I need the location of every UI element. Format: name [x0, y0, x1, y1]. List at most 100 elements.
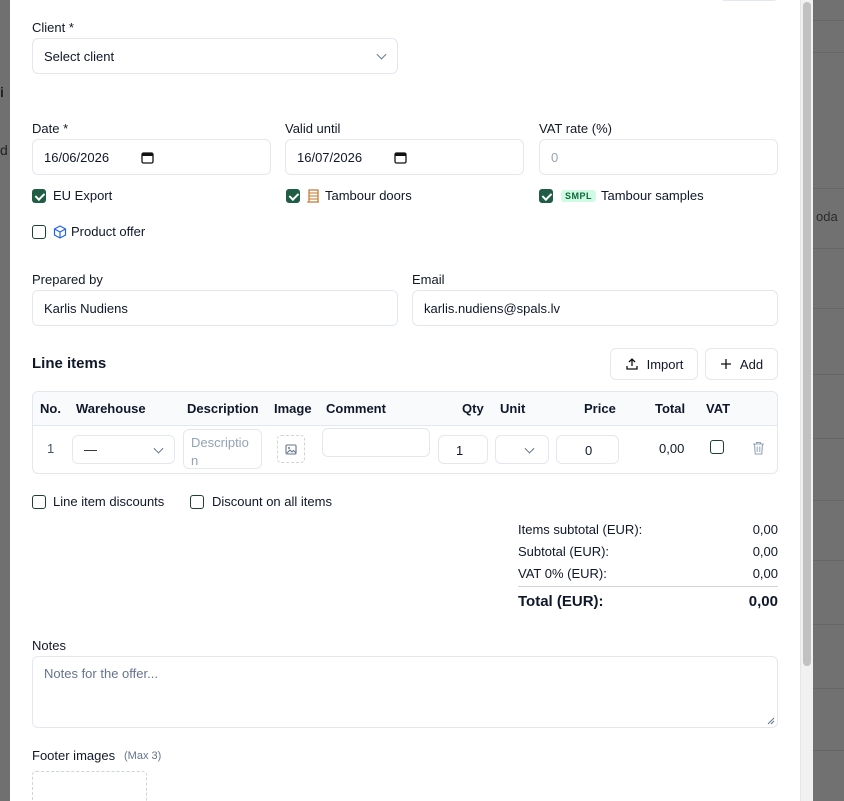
- qty-value: 1: [456, 443, 464, 458]
- price-input[interactable]: 0: [556, 435, 619, 464]
- chevron-down-icon: [524, 443, 535, 454]
- cube-icon: [53, 225, 67, 239]
- subtotal-label: Subtotal (EUR):: [518, 544, 610, 559]
- tambour-doors-checkbox[interactable]: [286, 189, 300, 203]
- eu-export-label: EU Export: [53, 188, 113, 203]
- vat-rate-placeholder: 0: [551, 149, 559, 165]
- row-total: 0,00: [659, 441, 685, 456]
- email-value: karlis.nudiens@spals.lv: [424, 300, 561, 316]
- line-item-discounts-checkbox[interactable]: [32, 495, 46, 509]
- chevron-down-icon: [153, 443, 164, 454]
- col-total: Total: [655, 401, 686, 416]
- discount-all-checkbox[interactable]: [190, 495, 204, 509]
- clipped-button[interactable]: [720, 0, 778, 1]
- background-left-strip: i d: [0, 0, 10, 801]
- trash-icon[interactable]: [752, 441, 765, 455]
- prepared-by-input[interactable]: Karlis Nudiens: [32, 290, 398, 326]
- smpl-badge: SMPL: [561, 190, 597, 202]
- line-items-table: No. Warehouse Description Image Comment …: [32, 391, 778, 474]
- chevron-down-icon: [376, 49, 387, 60]
- totals-divider: [518, 586, 778, 587]
- row-number: 1: [47, 441, 55, 456]
- discount-all-label: Discount on all items: [212, 494, 332, 509]
- background-right-panel: oda: [812, 0, 844, 801]
- tambour-samples-label: Tambour samples: [601, 188, 704, 203]
- client-label: Client *: [32, 20, 74, 35]
- valid-until-value: 16/07/2026: [297, 149, 363, 165]
- tambour-samples-checkbox[interactable]: [539, 189, 553, 203]
- total-label: Total (EUR):: [518, 593, 604, 610]
- resize-handle-icon[interactable]: [767, 717, 775, 725]
- col-warehouse: Warehouse: [76, 401, 146, 416]
- warehouse-value: —: [84, 442, 97, 457]
- email-label: Email: [412, 272, 445, 287]
- col-unit: Unit: [500, 401, 526, 416]
- offer-modal: Client * Select client Date * 16/06/2026…: [10, 0, 800, 801]
- product-offer-checkbox[interactable]: [32, 225, 46, 239]
- image-upload[interactable]: [277, 435, 305, 463]
- col-image: Image: [274, 401, 312, 416]
- modal-scrollbar[interactable]: [800, 0, 813, 801]
- comment-input[interactable]: [322, 428, 430, 457]
- scrollbar-thumb[interactable]: [803, 2, 811, 666]
- product-offer-label: Product offer: [71, 224, 146, 239]
- subtotal-value: 0,00: [752, 544, 778, 559]
- items-subtotal-label: Items subtotal (EUR):: [518, 522, 643, 537]
- price-value: 0: [585, 443, 593, 458]
- email-input[interactable]: karlis.nudiens@spals.lv: [412, 290, 778, 326]
- description-placeholder: Descriptio n: [191, 435, 249, 468]
- calendar-icon[interactable]: [141, 151, 154, 164]
- col-qty: Qty: [462, 401, 484, 416]
- background-glyph: i: [0, 84, 4, 100]
- valid-until-label: Valid until: [285, 121, 341, 136]
- col-comment: Comment: [326, 401, 386, 416]
- client-select[interactable]: Select client: [32, 38, 398, 74]
- notes-textarea[interactable]: Notes for the offer...: [32, 656, 778, 728]
- import-label: Import: [646, 356, 684, 372]
- image-add-icon: [285, 444, 297, 455]
- upload-icon: [625, 358, 638, 370]
- vat-checkbox[interactable]: [710, 440, 724, 454]
- description-input[interactable]: Descriptio n: [183, 429, 262, 469]
- vat-rate-input[interactable]: 0: [539, 139, 778, 175]
- table-header: No. Warehouse Description Image Comment …: [33, 392, 777, 426]
- total-value: 0,00: [748, 593, 778, 610]
- background-glyph: d: [0, 142, 8, 158]
- background-column-header: oda: [816, 209, 838, 224]
- door-icon: [307, 189, 319, 203]
- client-select-value: Select client: [44, 48, 115, 64]
- prepared-by-value: Karlis Nudiens: [44, 300, 128, 316]
- items-subtotal-value: 0,00: [752, 522, 778, 537]
- add-label: Add: [739, 356, 764, 372]
- col-price: Price: [584, 401, 616, 416]
- plus-icon: [720, 359, 731, 369]
- warehouse-select[interactable]: —: [72, 435, 175, 464]
- calendar-icon[interactable]: [394, 151, 407, 164]
- unit-select[interactable]: [495, 435, 549, 464]
- subtotal-row: Subtotal (EUR): 0,00: [518, 544, 778, 559]
- vat-rate-label: VAT rate (%): [539, 121, 612, 136]
- qty-input[interactable]: 1: [438, 435, 488, 464]
- line-item-discounts-label: Line item discounts: [53, 494, 165, 509]
- footer-images-hint: (Max 3): [124, 750, 162, 762]
- total-row: Total (EUR): 0,00: [518, 593, 778, 610]
- date-value: 16/06/2026: [44, 149, 110, 165]
- eu-export-checkbox[interactable]: [32, 189, 46, 203]
- col-no: No.: [40, 401, 61, 416]
- items-subtotal-row: Items subtotal (EUR): 0,00: [518, 522, 778, 537]
- date-input[interactable]: 16/06/2026: [32, 139, 271, 175]
- table-row: 1 — Descriptio n 1 0 0,00: [33, 425, 777, 473]
- date-label: Date *: [32, 121, 69, 136]
- import-button[interactable]: Import: [610, 348, 698, 380]
- notes-placeholder: Notes for the offer...: [44, 666, 158, 681]
- vat-total-value: 0,00: [752, 566, 778, 581]
- vat-row: VAT 0% (EUR): 0,00: [518, 566, 778, 581]
- col-description: Description: [187, 401, 259, 416]
- tambour-doors-label: Tambour doors: [325, 188, 412, 203]
- line-items-title: Line items: [32, 355, 107, 372]
- valid-until-input[interactable]: 16/07/2026: [285, 139, 524, 175]
- footer-images-label: Footer images: [32, 748, 116, 763]
- add-button[interactable]: Add: [705, 348, 778, 380]
- footer-image-dropzone[interactable]: [32, 771, 147, 801]
- notes-label: Notes: [32, 638, 66, 653]
